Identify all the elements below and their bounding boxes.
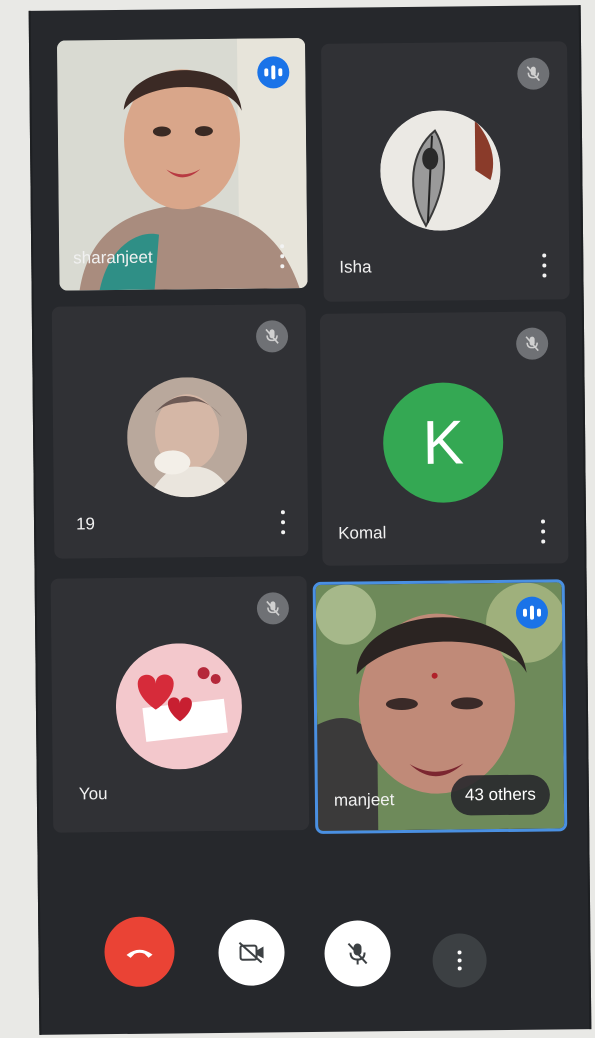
participant-name: sharanjeet: [73, 247, 153, 268]
participant-avatar-initial: K: [382, 381, 504, 504]
participant-name: manjeet: [333, 790, 395, 810]
meeting-screen: sharanjeet Isha 19 K Komal You manjeet 4…: [28, 5, 592, 1035]
participant-name: 19: [75, 514, 96, 534]
more-options-icon[interactable]: [541, 253, 547, 278]
participant-avatar: [126, 376, 248, 498]
others-count-badge[interactable]: 43 others: [450, 774, 551, 816]
speaking-indicator-icon: [515, 596, 549, 629]
mic-off-icon: [515, 327, 549, 360]
more-options-icon[interactable]: [280, 510, 286, 535]
participant-tile-you[interactable]: You: [50, 576, 310, 833]
participant-tile-isha[interactable]: Isha: [321, 41, 570, 302]
end-call-button[interactable]: [104, 916, 175, 988]
mic-off-icon: [255, 320, 289, 353]
mic-off-icon: [517, 57, 550, 90]
participant-name: You: [78, 784, 108, 804]
participant-tile-manjeet[interactable]: manjeet 43 others: [312, 579, 568, 834]
more-options-icon[interactable]: [540, 519, 546, 544]
more-options-icon: [457, 950, 462, 971]
participant-tile-komal[interactable]: K Komal: [319, 311, 569, 566]
mic-off-icon: [347, 942, 368, 965]
call-controls-bar: [40, 910, 589, 1006]
avatar-initial-letter: K: [422, 407, 465, 478]
camera-off-icon: [238, 942, 264, 964]
camera-toggle-button[interactable]: [218, 919, 285, 986]
more-options-icon[interactable]: [279, 244, 285, 269]
participant-avatar: [379, 109, 501, 232]
participant-name: Isha: [339, 257, 372, 277]
mic-off-icon: [256, 592, 290, 625]
participant-avatar: [115, 642, 243, 771]
more-options-button[interactable]: [432, 933, 487, 988]
participant-name: Komal: [338, 523, 387, 543]
end-call-icon: [126, 949, 153, 958]
speaking-indicator-icon: [257, 56, 290, 89]
participant-tile-sharanjeet[interactable]: sharanjeet: [56, 38, 308, 291]
participant-tile-19[interactable]: 19: [51, 304, 309, 559]
microphone-toggle-button[interactable]: [324, 920, 391, 987]
